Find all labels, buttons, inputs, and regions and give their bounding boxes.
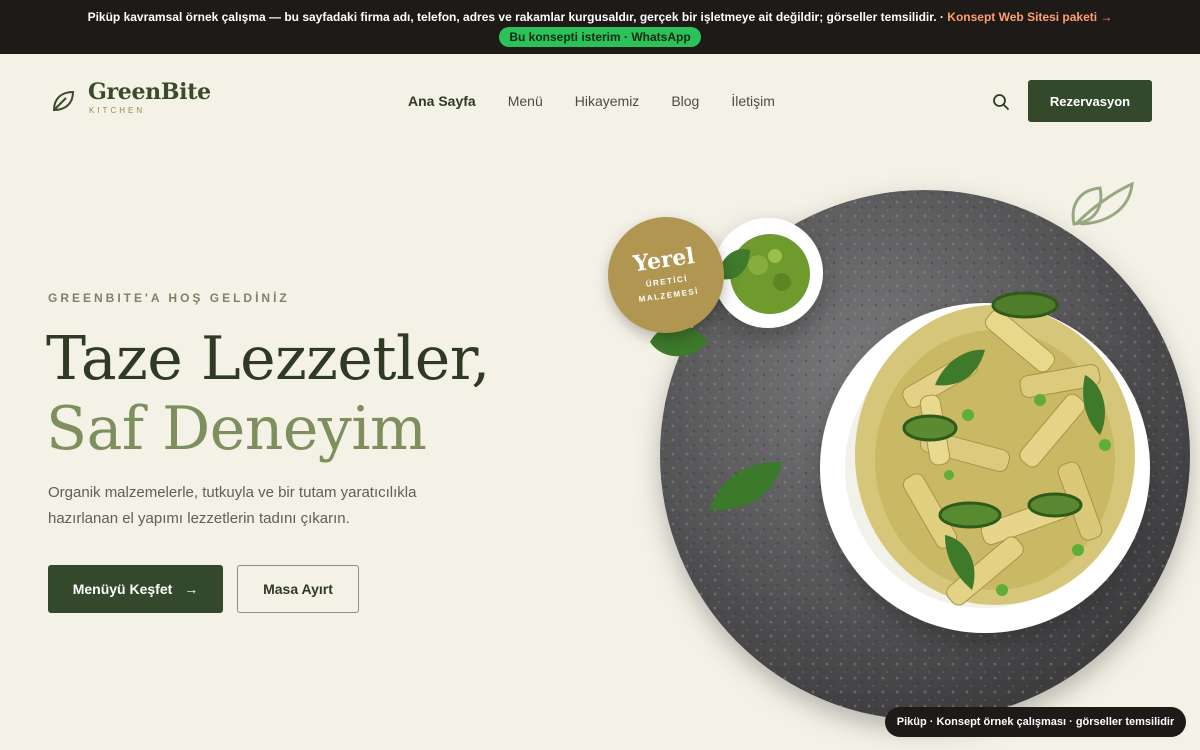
hero-description: Organik malzemelerle, tutkuyla ve bir tu… xyxy=(48,484,417,527)
main-nav: Ana Sayfa Menü Hikayemiz Blog İletişim xyxy=(392,93,791,109)
concept-notice-bar: Piküp kavramsal örnek çalışma — bu sayfa… xyxy=(0,0,1200,54)
nav-item-contact[interactable]: İletişim xyxy=(731,93,775,109)
hero-eyebrow: GREENBITE'A HOŞ GELDİNİZ xyxy=(48,291,290,305)
nav-item-story[interactable]: Hikayemiz xyxy=(575,93,640,109)
site-header: GreenBite KITCHEN Ana Sayfa Menü Hikayem… xyxy=(0,54,1200,148)
nav-item-home[interactable]: Ana Sayfa xyxy=(408,93,476,109)
whatsapp-button[interactable]: Bu konsepti isterim · WhatsApp xyxy=(499,27,701,47)
logo[interactable]: GreenBite KITCHEN xyxy=(50,80,211,115)
explore-menu-button[interactable]: Menüyü Keşfet → xyxy=(48,565,223,613)
decor-leaf-icon xyxy=(1071,181,1134,226)
notice-text: Piküp kavramsal örnek çalışma — bu sayfa… xyxy=(87,10,944,24)
arrow-right-icon: → xyxy=(184,581,199,597)
notice-line: Piküp kavramsal örnek çalışma — bu sayfa… xyxy=(0,0,1200,24)
explore-menu-label: Menüyü Keşfet xyxy=(72,581,173,597)
reservation-button[interactable]: Rezervasyon xyxy=(1028,80,1152,122)
book-table-button[interactable]: Masa Ayırt xyxy=(237,565,359,613)
nav-item-blog[interactable]: Blog xyxy=(671,93,699,109)
leaf-icon xyxy=(52,90,75,111)
nav-item-menu[interactable]: Menü xyxy=(508,93,543,109)
hero-title-line-1: Taze Lezzetler, xyxy=(46,324,490,394)
hero-title-line-2: Saf Deneyim xyxy=(46,394,427,464)
concept-package-link[interactable]: Konsept Web Sitesi paketi → xyxy=(947,10,1112,24)
concept-footer-pill: Piküp · Konsept örnek çalışması · görsel… xyxy=(885,707,1186,737)
brand-subtitle: KITCHEN xyxy=(89,106,146,115)
pesto-bowl xyxy=(713,218,823,328)
search-icon[interactable] xyxy=(992,93,1010,111)
brand-name: GreenBite xyxy=(88,79,211,105)
